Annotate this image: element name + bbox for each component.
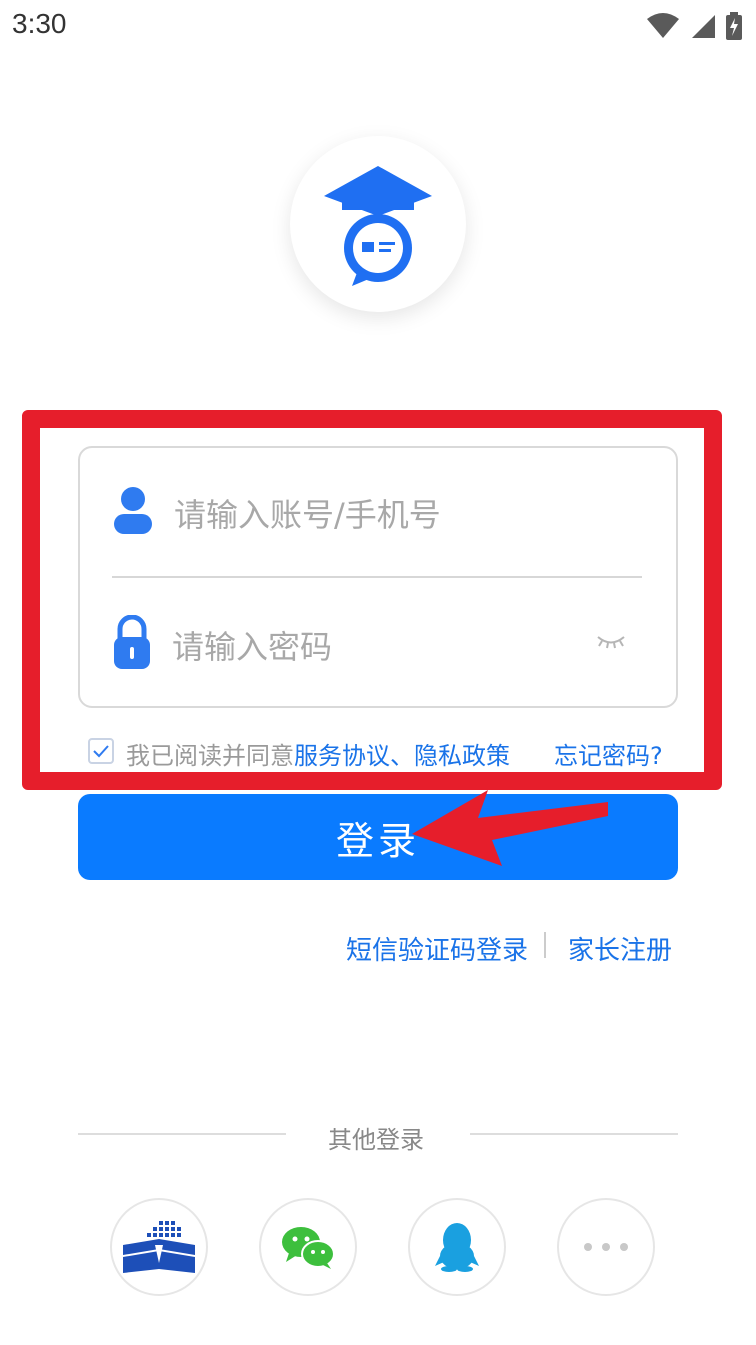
link-separator [544,932,546,958]
form-divider [112,576,642,578]
other-login-title: 其他登录 [328,1126,424,1154]
lock-icon [110,614,154,670]
divider-left [78,1133,286,1135]
battery-icon [726,12,742,40]
account-input[interactable]: 请输入账号/手机号 [174,490,441,536]
wifi-icon [647,13,679,38]
parent-register-link[interactable]: 家长注册 [568,930,672,967]
graduation-cap-chat-icon [324,166,432,286]
agreement-prefix: 我已阅读并同意 [126,742,294,770]
more-login-button[interactable] [557,1198,655,1296]
education-platform-login-button[interactable] [110,1198,208,1296]
password-input[interactable]: 请输入密码 [172,622,332,668]
app-logo [290,136,466,312]
red-arrow-annotation [412,790,608,866]
more-icon [584,1243,628,1251]
status-time: 3:30 [12,8,67,39]
agreement-links[interactable]: 服务协议、隐私政策 [294,742,510,770]
eye-closed-icon[interactable] [596,632,626,652]
user-icon [110,484,156,536]
wechat-icon [282,1227,335,1269]
wechat-login-button[interactable] [259,1198,357,1296]
checkmark-icon [93,745,109,758]
qq-login-button[interactable] [408,1198,506,1296]
sms-login-link[interactable]: 短信验证码登录 [346,930,528,967]
agreement-text: 我已阅读并同意服务协议、隐私政策 [126,736,510,771]
divider-right [470,1133,678,1135]
agree-checkbox[interactable] [88,738,114,764]
forgot-password-link[interactable]: 忘记密码? [554,736,663,771]
signal-icon [692,15,715,38]
education-platform-icon [123,1221,195,1273]
status-icons [646,12,742,40]
qq-icon [435,1223,479,1272]
